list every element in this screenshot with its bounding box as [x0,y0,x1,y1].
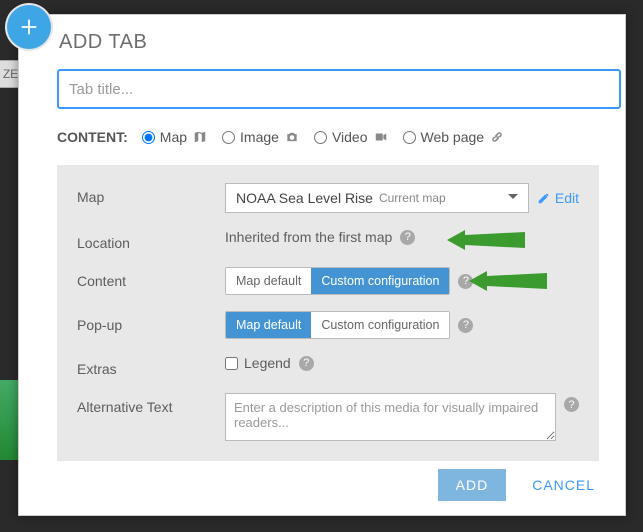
location-label: Location [77,229,225,251]
help-icon[interactable]: ? [458,274,473,289]
help-icon[interactable]: ? [299,356,314,371]
radio-webpage[interactable]: Web page [403,129,506,145]
radio-map[interactable]: Map [142,129,208,145]
content-toggle: Map default Custom configuration [225,267,450,295]
extras-label: Extras [77,355,225,377]
location-value: Inherited from the first map [225,229,392,245]
chevron-down-icon [508,194,518,204]
radio-video[interactable]: Video [314,129,389,145]
legend-checkbox[interactable]: Legend [225,355,291,371]
alttext-label: Alternative Text [77,393,225,415]
add-tab-modal: ADD TAB CONTENT: Map Image Video Web pag… [18,14,626,516]
alttext-input[interactable] [225,393,556,441]
popup-default-button[interactable]: Map default [226,312,311,338]
cancel-button[interactable]: CANCEL [526,476,601,494]
help-icon[interactable]: ? [400,230,415,245]
content-default-button[interactable]: Map default [226,268,311,294]
plus-icon [7,5,51,49]
radio-image[interactable]: Image [222,129,300,145]
map-icon [192,130,208,144]
content-type-row: CONTENT: Map Image Video Web page [57,129,505,145]
settings-panel: Map NOAA Sea Level Rise Current map Edit… [57,165,599,461]
content-setting-label: Content [77,267,225,289]
map-label: Map [77,183,225,205]
help-icon[interactable]: ? [458,318,473,333]
camera-icon [284,130,300,144]
popup-custom-button[interactable]: Custom configuration [311,312,449,338]
help-icon[interactable]: ? [564,397,579,412]
edit-icon [537,191,551,205]
content-label: CONTENT: [57,129,128,145]
legend-checkbox-input[interactable] [225,357,238,370]
modal-footer: ADD CANCEL [438,469,601,501]
radio-image-input[interactable] [222,131,235,144]
add-button[interactable]: ADD [438,469,507,501]
video-icon [373,130,389,144]
content-custom-button[interactable]: Custom configuration [311,268,449,294]
edit-link[interactable]: Edit [537,190,579,206]
popup-toggle: Map default Custom configuration [225,311,450,339]
map-dropdown[interactable]: NOAA Sea Level Rise Current map [225,183,529,213]
radio-map-input[interactable] [142,131,155,144]
radio-video-input[interactable] [314,131,327,144]
tab-title-input[interactable] [57,69,621,109]
modal-title: ADD TAB [59,31,147,54]
popup-label: Pop-up [77,311,225,333]
radio-webpage-input[interactable] [403,131,416,144]
link-icon [489,130,505,144]
